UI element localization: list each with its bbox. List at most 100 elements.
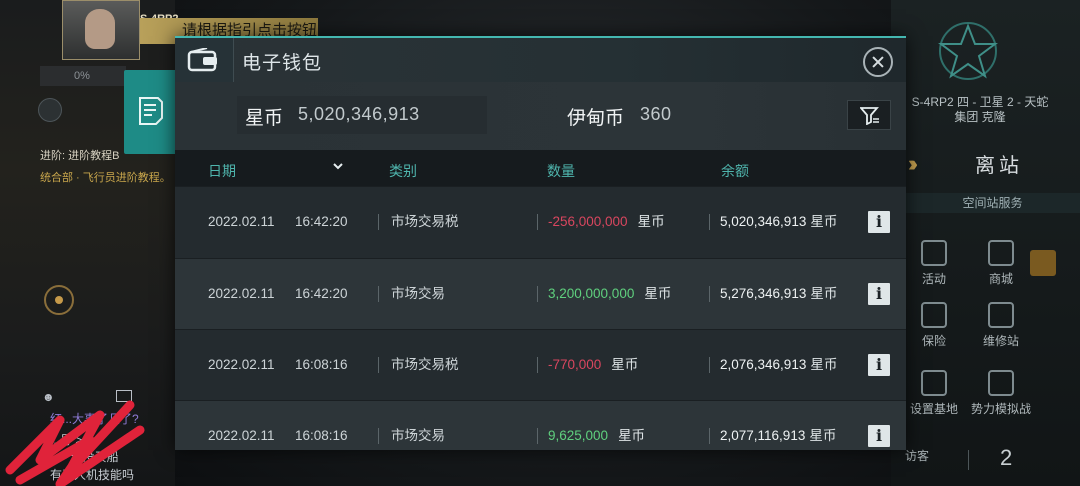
undock-button[interactable]: ››› 离站 — [905, 143, 1080, 181]
balance-unit: 星币 — [809, 428, 837, 443]
avatar-face — [85, 9, 115, 49]
column-date[interactable]: 日期 — [208, 161, 236, 181]
divider — [968, 450, 969, 470]
service-label: 活动 — [921, 272, 946, 286]
row-balance: 2,076,346,913 星币 — [709, 357, 837, 373]
table-row: 2022.02.11 16:42:20 市场交易税 -256,000,000 星币… — [175, 186, 906, 258]
balance-value: 5,276,346,913 — [720, 286, 807, 301]
amount-value: 3,200,000,000 — [548, 286, 635, 301]
row-type: 市场交易税 — [378, 214, 459, 230]
station-emblem-icon — [938, 22, 998, 80]
status-indicator: 0% — [40, 66, 126, 86]
balance-bar: 星币 5,020,346,913 伊甸币 360 — [175, 82, 906, 150]
balance-value: 2,076,346,913 — [720, 357, 807, 372]
row-date: 2022.02.11 — [208, 214, 275, 229]
column-balance: 余额 — [721, 163, 749, 179]
base-icon — [921, 370, 947, 396]
chevrons-icon: ››› — [908, 151, 918, 176]
column-type: 类别 — [389, 163, 417, 179]
mission-text[interactable]: 统合部 · 飞行员进阶教程。 — [40, 169, 171, 185]
star-coin-label: 星币 — [245, 108, 284, 129]
balance-unit: 星币 — [810, 357, 838, 372]
location-pin-icon[interactable] — [38, 98, 62, 122]
row-time: 16:42:20 — [295, 214, 348, 229]
service-repair[interactable]: 维修站 — [971, 302, 1031, 349]
progress-text: 进阶: 进阶教程B — [40, 150, 120, 162]
star-coin-balance: 星币 5,020,346,913 — [237, 96, 487, 134]
filter-icon — [860, 107, 879, 125]
service-label: 保险 — [921, 334, 946, 348]
visitors-label: 访客 — [905, 449, 930, 463]
wallet-header: 电子钱包 — [175, 36, 906, 82]
service-faction-sim[interactable]: 势力模拟战 — [965, 370, 1037, 417]
star-coin-value: 5,020,346,913 — [298, 104, 420, 124]
balance-value: 2,077,116,913 — [720, 428, 806, 443]
row-time: 16:08:16 — [295, 357, 348, 372]
amount-unit: 星币 — [644, 286, 672, 301]
row-type: 市场交易税 — [378, 357, 459, 373]
amount-value: 9,625,000 — [548, 428, 609, 443]
wallet-title: 电子钱包 — [242, 53, 323, 74]
transactions-list[interactable]: 2022.02.11 16:42:20 市场交易税 -256,000,000 星币… — [175, 186, 906, 450]
row-balance: 2,077,116,913 星币 — [709, 428, 836, 444]
balance-unit: 星币 — [810, 214, 838, 229]
service-label: 设置基地 — [909, 402, 958, 416]
wrench-icon — [988, 302, 1014, 328]
document-icon — [139, 97, 163, 125]
info-button[interactable]: i — [868, 354, 890, 376]
column-amount: 数量 — [547, 163, 575, 179]
document-button[interactable] — [124, 70, 176, 154]
row-time: 16:08:16 — [295, 428, 348, 443]
info-button[interactable]: i — [868, 211, 890, 233]
wallet-dialog: 电子钱包 星币 5,020,346,913 伊甸币 360 日期 类别 数量 余… — [175, 36, 906, 450]
balance-unit: 星币 — [810, 286, 838, 301]
service-label: 商城 — [988, 272, 1013, 286]
station-name-line1: S-4RP2 四 - 卫星 2 - 天蛇 — [911, 95, 1049, 109]
amount-value: -770,000 — [548, 357, 602, 372]
target-icon[interactable] — [44, 285, 74, 315]
close-button[interactable] — [863, 47, 893, 77]
table-row: 2022.02.11 16:08:16 市场交易 9,625,000 星币 2,0… — [175, 400, 906, 450]
amount-value: -256,000,000 — [548, 214, 628, 229]
row-balance: 5,276,346,913 星币 — [709, 286, 837, 302]
shop-icon — [988, 240, 1014, 266]
row-amount: -770,000 星币 — [537, 357, 638, 373]
pilot-avatar[interactable] — [62, 0, 140, 60]
row-amount: 3,200,000,000 星币 — [537, 286, 671, 302]
service-shop[interactable]: 商城 — [971, 240, 1031, 287]
table-row: 2022.02.11 16:42:20 市场交易 3,200,000,000 星币… — [175, 258, 906, 330]
balance-value: 5,020,346,913 — [720, 214, 807, 229]
row-amount: 9,625,000 星币 — [537, 428, 645, 444]
row-date: 2022.02.11 — [208, 357, 275, 372]
chevron-down-icon[interactable] — [332, 160, 344, 172]
service-label: 维修站 — [982, 334, 1019, 348]
service-events[interactable]: 活动 — [904, 240, 964, 287]
station-name: S-4RP2 四 - 卫星 2 - 天蛇 集团 克隆 — [905, 95, 1055, 125]
amount-unit: 星币 — [611, 357, 639, 372]
visitors-count: 2 — [1000, 445, 1013, 470]
row-balance: 5,020,346,913 星币 — [709, 214, 837, 230]
eden-coin-label: 伊甸币 — [567, 108, 625, 129]
info-button[interactable]: i — [868, 425, 890, 447]
service-label: 势力模拟战 — [970, 402, 1031, 416]
amount-unit: 星币 — [637, 214, 665, 229]
reward-badge-icon[interactable] — [1030, 250, 1056, 276]
crossed-flags-icon — [988, 370, 1014, 396]
row-time: 16:42:20 — [295, 286, 348, 301]
row-date: 2022.02.11 — [208, 428, 275, 443]
filter-button[interactable] — [847, 100, 891, 130]
service-set-base[interactable]: 设置基地 — [904, 370, 964, 417]
eden-coin-value: 360 — [640, 104, 672, 124]
eden-coin-balance: 伊甸币 360 — [559, 96, 839, 134]
red-scribble-overlay — [5, 400, 145, 486]
party-popper-icon — [921, 240, 947, 266]
info-button[interactable]: i — [868, 283, 890, 305]
service-insurance[interactable]: 保险 — [904, 302, 964, 349]
row-type: 市场交易 — [378, 428, 445, 444]
shield-icon — [921, 302, 947, 328]
transactions-header: 日期 类别 数量 余额 — [175, 150, 906, 186]
undock-label: 离站 — [975, 155, 1023, 177]
row-amount: -256,000,000 星币 — [537, 214, 665, 230]
station-name-line2: 集团 克隆 — [954, 110, 1006, 124]
table-row: 2022.02.11 16:08:16 市场交易税 -770,000 星币 2,0… — [175, 329, 906, 401]
